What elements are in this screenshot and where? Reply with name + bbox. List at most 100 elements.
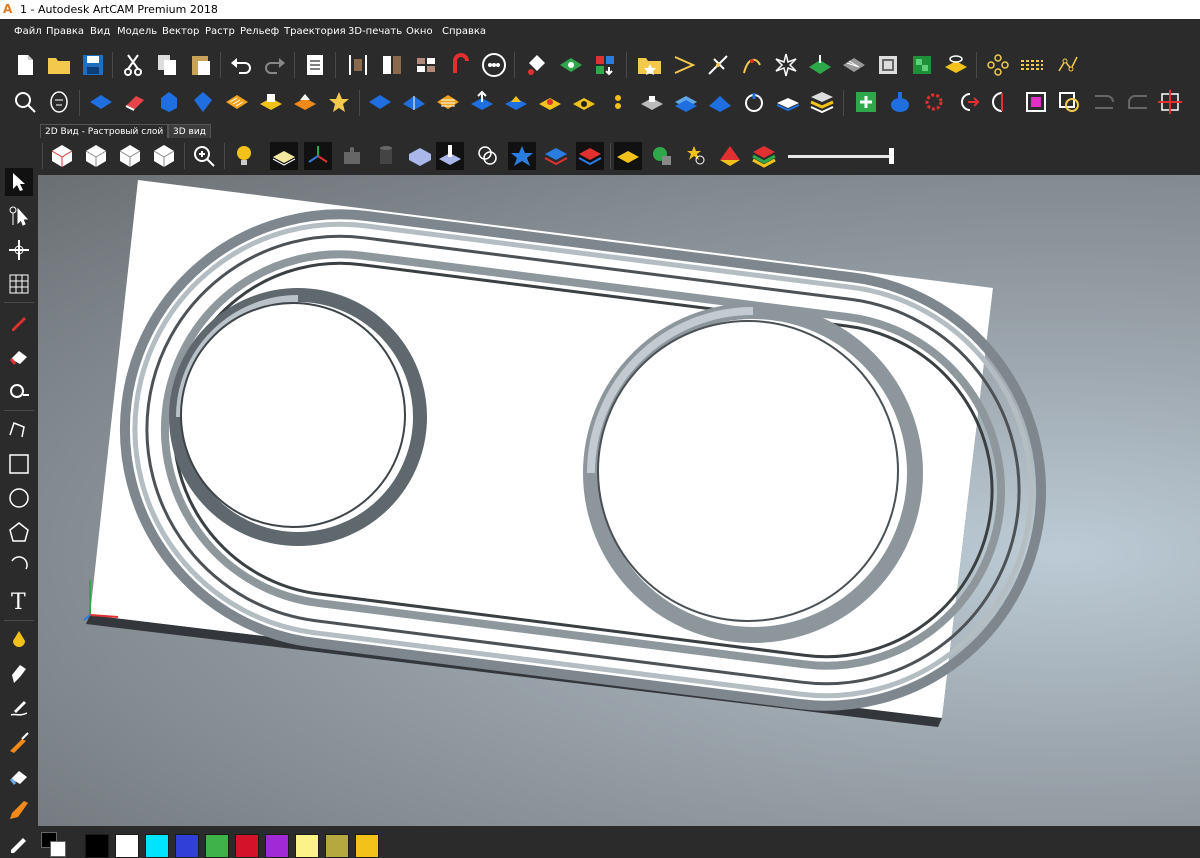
zoom-icon[interactable] bbox=[190, 142, 218, 170]
extrude-icon[interactable] bbox=[155, 88, 183, 116]
rotate-icon[interactable] bbox=[988, 88, 1016, 116]
color-swatch[interactable] bbox=[85, 834, 109, 858]
drop-icon[interactable] bbox=[5, 626, 33, 654]
rectangle-icon[interactable] bbox=[5, 450, 33, 478]
zoom-slider-thumb[interactable] bbox=[889, 148, 894, 164]
bracket2-icon[interactable] bbox=[1124, 88, 1152, 116]
gear-red-icon[interactable] bbox=[920, 88, 948, 116]
star-view-icon[interactable] bbox=[508, 142, 536, 170]
add-green-icon[interactable] bbox=[852, 88, 880, 116]
notes-icon[interactable] bbox=[301, 51, 329, 79]
red-layer-icon[interactable] bbox=[576, 142, 604, 170]
zoom-fit-icon[interactable] bbox=[11, 88, 39, 116]
yellow-block-icon[interactable] bbox=[257, 88, 285, 116]
half-arrow-icon[interactable] bbox=[954, 88, 982, 116]
color-swatch[interactable] bbox=[355, 834, 379, 858]
plane-icon[interactable] bbox=[270, 142, 298, 170]
bitmap-icon[interactable] bbox=[480, 51, 508, 79]
curve-icon[interactable] bbox=[738, 51, 766, 79]
dome-icon[interactable] bbox=[536, 88, 564, 116]
block-view-icon[interactable] bbox=[406, 142, 434, 170]
weave-texture-icon[interactable] bbox=[223, 88, 251, 116]
color-swatch[interactable] bbox=[235, 834, 259, 858]
color-swatch[interactable] bbox=[295, 834, 319, 858]
star-burst-icon[interactable] bbox=[772, 51, 800, 79]
fold-icon[interactable] bbox=[400, 88, 428, 116]
menu-help[interactable]: Справка bbox=[442, 19, 486, 45]
cylinder-icon[interactable] bbox=[372, 142, 400, 170]
star-zoom-icon[interactable] bbox=[682, 142, 710, 170]
machine-icon[interactable] bbox=[638, 88, 666, 116]
offset-icon[interactable] bbox=[1056, 88, 1084, 116]
layer-icon[interactable] bbox=[557, 51, 585, 79]
bend-icon[interactable] bbox=[672, 88, 700, 116]
menu-bitmap[interactable]: Растр bbox=[205, 19, 235, 45]
crosshair-icon[interactable] bbox=[1156, 88, 1184, 116]
node-path-icon[interactable] bbox=[1054, 51, 1082, 79]
knife-icon[interactable] bbox=[5, 728, 33, 756]
magnet-icon[interactable] bbox=[447, 51, 475, 79]
open-folder-icon[interactable] bbox=[45, 51, 73, 79]
light-bulb-icon[interactable] bbox=[230, 142, 258, 170]
magenta-square-icon[interactable] bbox=[1022, 88, 1050, 116]
new-file-icon[interactable] bbox=[11, 51, 39, 79]
star-relief-icon[interactable] bbox=[325, 88, 353, 116]
yellow-plane-icon[interactable] bbox=[614, 142, 642, 170]
align-icon[interactable] bbox=[1018, 51, 1046, 79]
node-edit-icon[interactable] bbox=[5, 202, 33, 230]
bracket-icon[interactable] bbox=[1090, 88, 1118, 116]
split-icon[interactable] bbox=[378, 51, 406, 79]
puzzle-icon[interactable] bbox=[338, 142, 366, 170]
blue-shape-icon[interactable] bbox=[87, 88, 115, 116]
copy-icon[interactable] bbox=[153, 51, 181, 79]
pen-icon[interactable] bbox=[5, 828, 33, 856]
menu-toolpath[interactable]: Траектория bbox=[284, 19, 346, 45]
pot-icon[interactable] bbox=[886, 88, 914, 116]
menu-edit[interactable]: Правка bbox=[46, 19, 84, 45]
lines-relief-icon[interactable] bbox=[434, 88, 462, 116]
back-view-icon[interactable] bbox=[116, 142, 144, 170]
color-select-icon[interactable] bbox=[591, 51, 619, 79]
menu-model[interactable]: Модель bbox=[117, 19, 157, 45]
transform-icon[interactable] bbox=[5, 236, 33, 264]
green-circle-icon[interactable] bbox=[648, 142, 676, 170]
text-icon[interactable]: T bbox=[5, 586, 33, 614]
probe-icon[interactable] bbox=[436, 142, 464, 170]
spin-relief-icon[interactable] bbox=[502, 88, 530, 116]
color-swatch[interactable] bbox=[175, 834, 199, 858]
color-swatch[interactable] bbox=[265, 834, 289, 858]
front-view-icon[interactable] bbox=[82, 142, 110, 170]
color-swatch[interactable] bbox=[205, 834, 229, 858]
polyline-icon[interactable] bbox=[5, 416, 33, 444]
texture-icon[interactable] bbox=[908, 51, 936, 79]
arrow-vector-icon[interactable] bbox=[670, 51, 698, 79]
cut-icon[interactable] bbox=[119, 51, 147, 79]
color-swatch[interactable] bbox=[145, 834, 169, 858]
undo-icon[interactable] bbox=[227, 51, 255, 79]
network-icon[interactable] bbox=[189, 88, 217, 116]
relief-layer-icon[interactable] bbox=[806, 51, 834, 79]
menu-window[interactable]: Окно bbox=[406, 19, 433, 45]
sweep-icon[interactable] bbox=[706, 88, 734, 116]
flat-relief-icon[interactable] bbox=[774, 88, 802, 116]
mesh-icon[interactable] bbox=[5, 270, 33, 298]
top-view-icon[interactable] bbox=[150, 142, 178, 170]
iso-view-icon[interactable] bbox=[48, 142, 76, 170]
import-folder-icon[interactable] bbox=[636, 51, 664, 79]
pencil-icon[interactable] bbox=[5, 308, 33, 336]
polygon-icon[interactable] bbox=[5, 518, 33, 546]
rotate-view-icon[interactable] bbox=[474, 142, 502, 170]
blue-relief-icon[interactable] bbox=[366, 88, 394, 116]
pyramid-icon[interactable] bbox=[716, 142, 744, 170]
secondary-color[interactable] bbox=[50, 841, 66, 857]
rubber-icon[interactable] bbox=[5, 762, 33, 790]
redo-icon[interactable] bbox=[261, 51, 289, 79]
save-icon[interactable] bbox=[79, 51, 107, 79]
menu-relief[interactable]: Рельеф bbox=[240, 19, 279, 45]
menu-vector[interactable]: Вектор bbox=[162, 19, 199, 45]
axes-icon[interactable] bbox=[304, 142, 332, 170]
layer-stack-icon[interactable] bbox=[542, 142, 570, 170]
color-swatch[interactable] bbox=[115, 834, 139, 858]
eraser-icon[interactable] bbox=[5, 342, 33, 370]
weave-icon[interactable] bbox=[840, 51, 868, 79]
